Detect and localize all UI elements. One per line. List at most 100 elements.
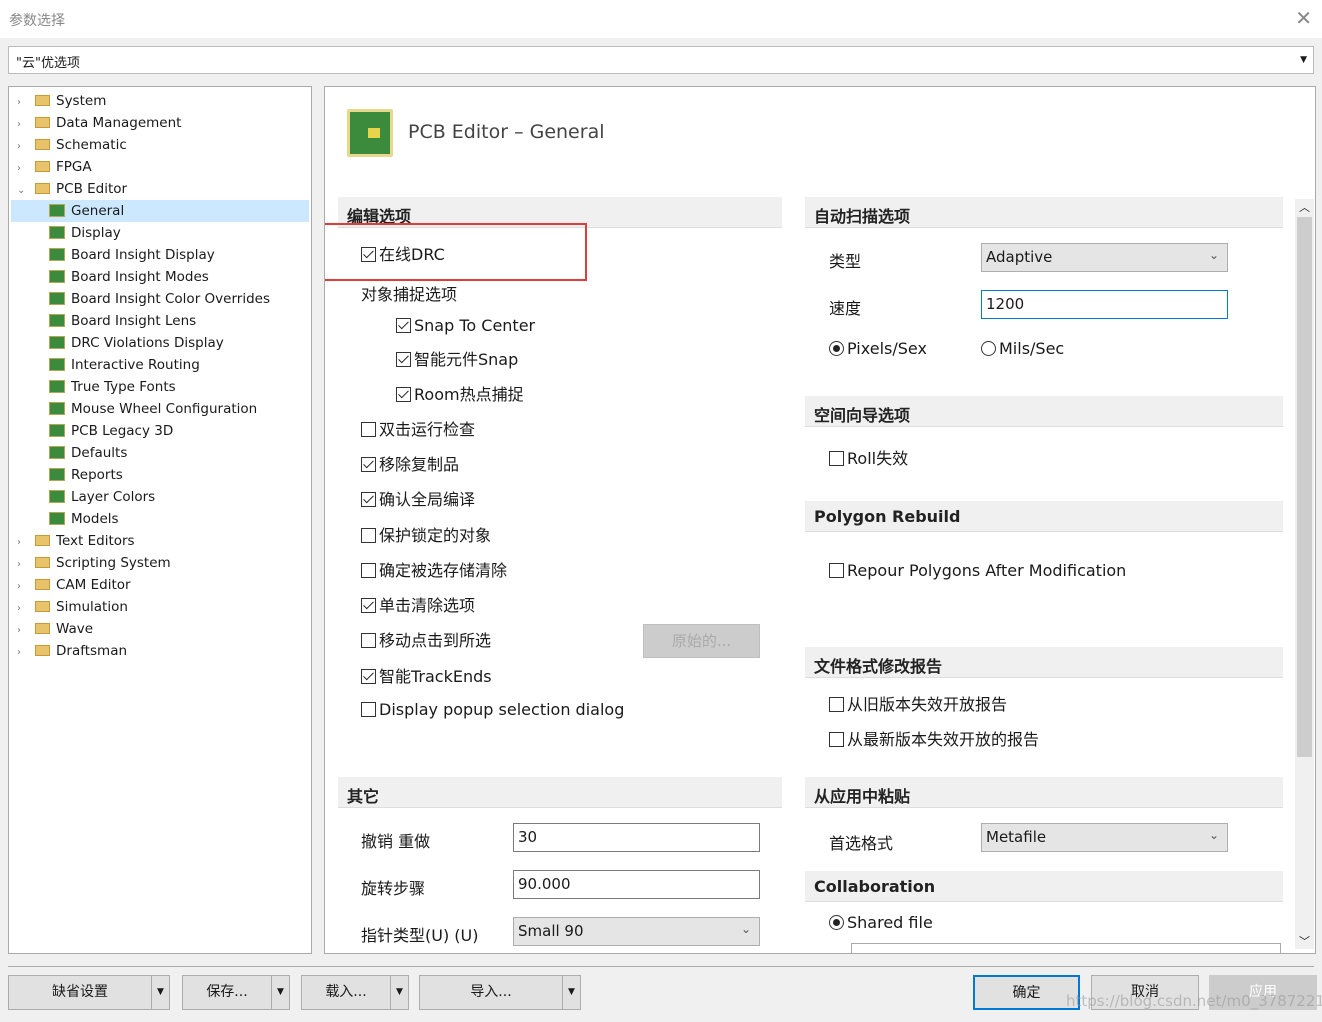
tree-item-board-insight-modes[interactable]: Board Insight Modes bbox=[11, 266, 309, 288]
edit-option-checkbox[interactable]: Display popup selection dialog bbox=[361, 700, 624, 720]
tree-item-scripting-system[interactable]: › Scripting System bbox=[9, 552, 171, 574]
dropdown-arrow-icon[interactable]: ▼ bbox=[151, 976, 169, 1009]
room-snap-checkbox[interactable]: Room热点捕捉 bbox=[396, 385, 524, 405]
load-label: 载入... bbox=[325, 984, 367, 1000]
dropdown-arrow-icon[interactable]: ▼ bbox=[390, 976, 408, 1009]
edit-option-checkbox[interactable]: 确定被选存储清除 bbox=[361, 561, 507, 581]
chevron-right-icon[interactable]: › bbox=[17, 598, 31, 620]
edit-option-checkbox[interactable]: 移除复制品 bbox=[361, 455, 459, 475]
edit-option-checkbox[interactable]: 保护锁定的对象 bbox=[361, 526, 491, 546]
rotation-label: 旋转步骤 bbox=[361, 879, 426, 898]
tree-item-label: System bbox=[56, 93, 107, 109]
tree-item-label: Schematic bbox=[56, 137, 127, 153]
vertical-scrollbar[interactable]: ︿ ﹀ bbox=[1295, 199, 1314, 949]
snap-options-label: 对象捕捉选项 bbox=[361, 285, 458, 304]
edit-option-checkbox[interactable]: 移动点击到所选 bbox=[361, 631, 491, 651]
save-button[interactable]: 保存... ▼ bbox=[182, 975, 290, 1010]
tree-item-reports[interactable]: Reports bbox=[11, 464, 309, 486]
chevron-right-icon[interactable]: › bbox=[17, 620, 31, 642]
options-tree: › System › Data Management › Schematic › FPGA ⌄ P… bbox=[8, 86, 312, 954]
defaults-button[interactable]: 缺省设置 ▼ bbox=[8, 975, 170, 1010]
new-version-checkbox[interactable]: 从最新版本失效开放的报告 bbox=[829, 730, 1039, 750]
ok-button[interactable]: 确定 bbox=[973, 975, 1080, 1010]
import-button[interactable]: 导入... ▼ bbox=[419, 975, 581, 1010]
tree-item-defaults[interactable]: Defaults bbox=[11, 442, 309, 464]
tree-item-simulation[interactable]: › Simulation bbox=[9, 596, 128, 618]
folder-icon bbox=[35, 183, 50, 194]
collab-path-input[interactable] bbox=[851, 943, 1281, 953]
tree-item-label: Display bbox=[71, 225, 121, 241]
pcb-page-icon bbox=[49, 512, 65, 525]
rotation-input[interactable]: 90.000 bbox=[513, 870, 760, 899]
chevron-down-icon[interactable]: ⌄ bbox=[17, 180, 31, 202]
room-snap-label: Room热点捕捉 bbox=[414, 385, 524, 404]
format-dropdown[interactable]: Metafile ⌄ bbox=[981, 823, 1228, 852]
tree-item-cam-editor[interactable]: › CAM Editor bbox=[9, 574, 131, 596]
chevron-right-icon[interactable]: › bbox=[17, 532, 31, 554]
repour-checkbox[interactable]: Repour Polygons After Modification bbox=[829, 561, 1126, 581]
divider bbox=[8, 966, 1314, 967]
folder-icon bbox=[35, 579, 50, 590]
load-button[interactable]: 载入... ▼ bbox=[301, 975, 409, 1010]
smart-snap-checkbox[interactable]: 智能元件Snap bbox=[396, 350, 518, 370]
cursor-type-dropdown[interactable]: Small 90 ⌄ bbox=[513, 917, 760, 946]
edit-option-checkbox[interactable]: 双击运行检查 bbox=[361, 420, 475, 440]
pixels-radio[interactable]: Pixels/Sex bbox=[829, 339, 927, 359]
tree-item-board-insight-display[interactable]: Board Insight Display bbox=[11, 244, 309, 266]
undo-input[interactable]: 30 bbox=[513, 823, 760, 852]
chevron-right-icon[interactable]: › bbox=[17, 554, 31, 576]
chevron-right-icon[interactable]: › bbox=[17, 576, 31, 598]
tree-item-label: Draftsman bbox=[56, 643, 128, 659]
tree-item-general[interactable]: General bbox=[11, 200, 309, 222]
chevron-right-icon[interactable]: › bbox=[17, 136, 31, 158]
tree-item-interactive-routing[interactable]: Interactive Routing bbox=[11, 354, 309, 376]
tree-item-label: Board Insight Lens bbox=[71, 313, 197, 329]
tree-item-data-management[interactable]: › Data Management bbox=[9, 112, 181, 134]
shared-file-radio[interactable]: Shared file bbox=[829, 913, 933, 933]
pcb-page-icon bbox=[49, 402, 65, 415]
tree-item-schematic[interactable]: › Schematic bbox=[9, 134, 127, 156]
tree-item-board-insight-color-overrides[interactable]: Board Insight Color Overrides bbox=[11, 288, 309, 310]
tree-item-fpga[interactable]: › FPGA bbox=[9, 156, 92, 178]
online-drc-checkbox[interactable]: 在线DRC bbox=[361, 245, 445, 265]
tree-item-text-editors[interactable]: › Text Editors bbox=[9, 530, 135, 552]
chevron-right-icon[interactable]: › bbox=[17, 642, 31, 664]
scroll-thumb[interactable] bbox=[1297, 217, 1312, 757]
mils-radio[interactable]: Mils/Sec bbox=[981, 339, 1064, 359]
edit-option-label: 智能TrackEnds bbox=[379, 667, 492, 686]
chevron-right-icon[interactable]: › bbox=[17, 92, 31, 114]
tree-item-mouse-wheel-configuration[interactable]: Mouse Wheel Configuration bbox=[11, 398, 309, 420]
tree-item-wave[interactable]: › Wave bbox=[9, 618, 93, 640]
dropdown-arrow-icon[interactable]: ▼ bbox=[271, 976, 289, 1009]
tree-item-drc-violations-display[interactable]: DRC Violations Display bbox=[11, 332, 309, 354]
tree-item-true-type-fonts[interactable]: True Type Fonts bbox=[11, 376, 309, 398]
roll-checkbox[interactable]: Roll失效 bbox=[829, 449, 908, 469]
tree-item-pcb-legacy-3d[interactable]: PCB Legacy 3D bbox=[11, 420, 309, 442]
tree-item-board-insight-lens[interactable]: Board Insight Lens bbox=[11, 310, 309, 332]
chevron-right-icon[interactable]: › bbox=[17, 158, 31, 180]
edit-option-checkbox[interactable]: 智能TrackEnds bbox=[361, 667, 492, 687]
new-version-label: 从最新版本失效开放的报告 bbox=[847, 730, 1040, 749]
defaults-label: 缺省设置 bbox=[52, 984, 108, 1000]
dropdown-arrow-icon[interactable]: ▼ bbox=[562, 976, 580, 1009]
tree-item-models[interactable]: Models bbox=[11, 508, 309, 530]
tree-item-system[interactable]: › System bbox=[9, 90, 106, 112]
chevron-right-icon[interactable]: › bbox=[17, 114, 31, 136]
tree-item-draftsman[interactable]: › Draftsman bbox=[9, 640, 127, 662]
edit-option-checkbox[interactable]: 单击清除选项 bbox=[361, 596, 475, 616]
scope-combo[interactable]: "云"优选项 ▼ bbox=[8, 46, 1314, 74]
scroll-up-icon[interactable]: ︿ bbox=[1299, 199, 1310, 215]
scroll-down-icon[interactable]: ﹀ bbox=[1299, 933, 1310, 949]
autopan-type-dropdown[interactable]: Adaptive ⌄ bbox=[981, 243, 1228, 272]
snap-center-checkbox[interactable]: Snap To Center bbox=[396, 316, 535, 336]
tree-item-pcb-editor[interactable]: ⌄ PCB Editor bbox=[9, 178, 127, 200]
tree-item-display[interactable]: Display bbox=[11, 222, 309, 244]
old-version-checkbox[interactable]: 从旧版本失效开放报告 bbox=[829, 695, 1007, 715]
speed-input[interactable]: 1200 bbox=[981, 290, 1228, 319]
tree-item-layer-colors[interactable]: Layer Colors bbox=[11, 486, 309, 508]
pcb-icon bbox=[347, 109, 393, 157]
close-icon[interactable]: ✕ bbox=[1295, 6, 1312, 30]
folder-icon bbox=[35, 95, 50, 106]
edit-option-checkbox[interactable]: 确认全局编译 bbox=[361, 490, 475, 510]
original-button[interactable]: 原始的... bbox=[643, 624, 760, 658]
